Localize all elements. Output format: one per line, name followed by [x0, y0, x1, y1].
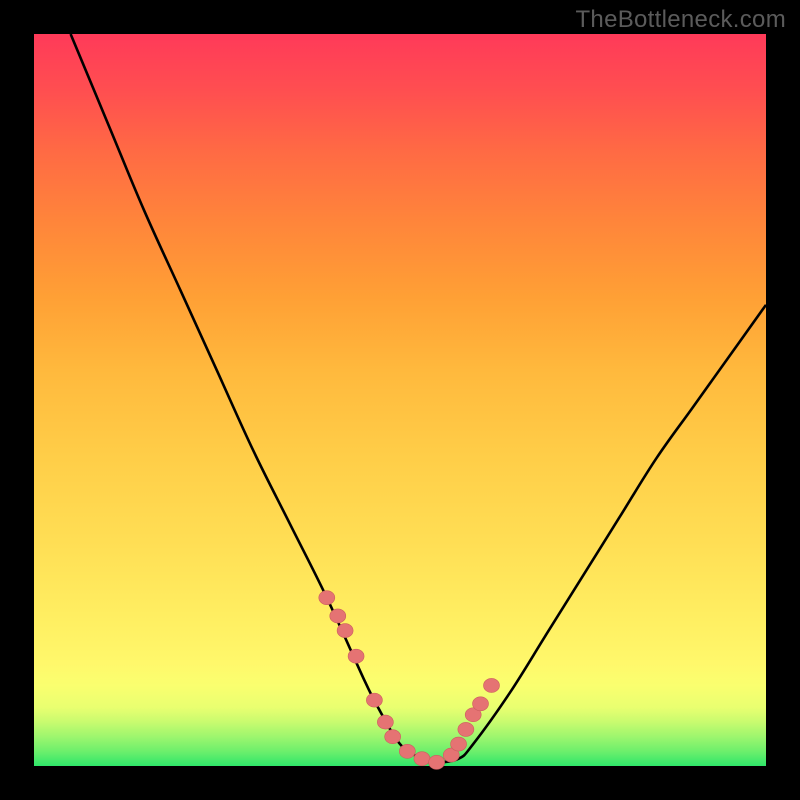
marker-point: [399, 744, 415, 758]
marker-point: [377, 715, 393, 729]
marker-point: [319, 591, 335, 605]
marker-point: [429, 755, 445, 769]
marker-point: [330, 609, 346, 623]
highlight-markers: [319, 591, 500, 770]
marker-point: [458, 722, 474, 736]
marker-point: [348, 649, 364, 663]
marker-point: [451, 737, 467, 751]
bottleneck-curve: [71, 34, 766, 762]
marker-point: [337, 624, 353, 638]
marker-point: [473, 697, 489, 711]
marker-point: [414, 752, 430, 766]
marker-point: [366, 693, 382, 707]
curve-svg: [34, 34, 766, 766]
marker-point: [484, 678, 500, 692]
chart-frame: TheBottleneck.com: [0, 0, 800, 800]
marker-point: [385, 730, 401, 744]
plot-area: [34, 34, 766, 766]
watermark-text: TheBottleneck.com: [575, 6, 786, 34]
